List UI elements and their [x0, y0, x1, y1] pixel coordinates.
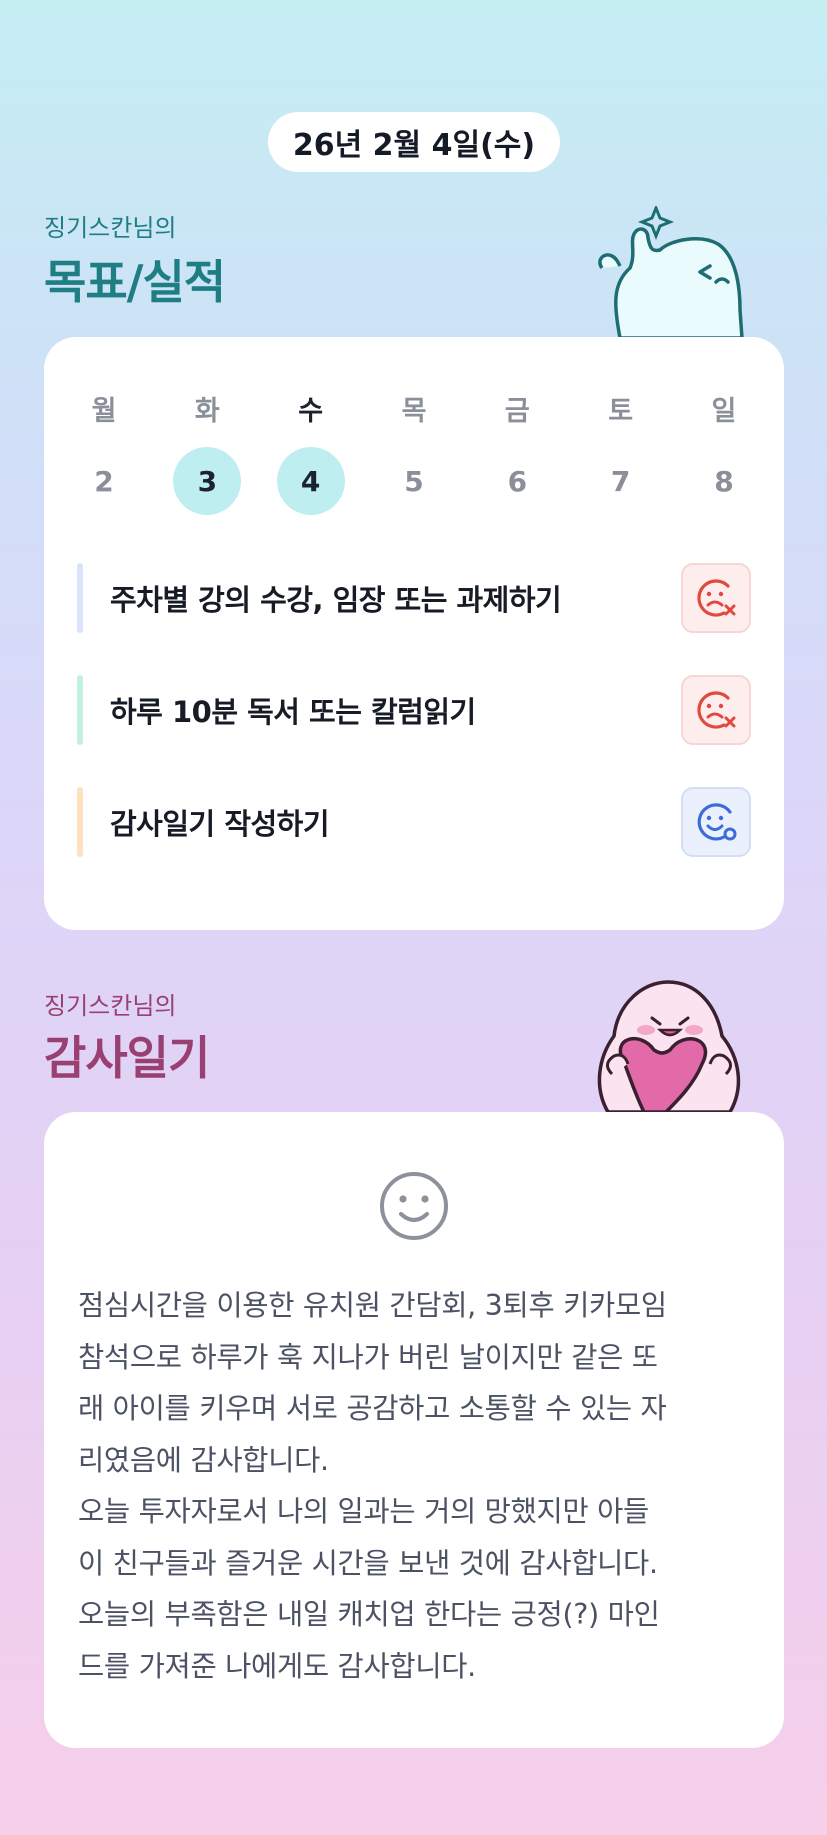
goal-item[interactable]: 감사일기 작성하기	[77, 787, 751, 857]
goal-accent-bar	[77, 563, 83, 633]
smile-face-check-icon	[697, 803, 737, 841]
goal-accent-bar	[77, 675, 83, 745]
goal-status-fail[interactable]	[681, 675, 751, 745]
waving-character-illustration	[598, 206, 744, 338]
goal-accent-bar	[77, 787, 83, 857]
weekday-label: 토	[608, 396, 634, 427]
weekday-label: 금	[504, 396, 530, 427]
weekday-label: 일	[711, 396, 737, 427]
goal-status-done[interactable]	[681, 787, 751, 857]
goals-title: 목표/실적	[44, 255, 226, 309]
date-button[interactable]: 6	[483, 447, 551, 515]
diary-title: 감사일기	[44, 1031, 210, 1085]
diary-line: 리였음에 감사합니다.	[78, 1443, 329, 1477]
date-row: 2 3 4 5 6 7 8	[54, 447, 774, 515]
goals-subtitle: 징기스칸님의	[44, 214, 177, 242]
date-button-active[interactable]: 3	[173, 447, 242, 515]
diary-line: 점심시간을 이용한 유치원 간담회, 3퇴후 키카모임	[78, 1289, 667, 1322]
date-button[interactable]: 7	[587, 447, 655, 515]
date-button-selected[interactable]: 4	[276, 447, 345, 515]
sad-face-x-icon	[697, 579, 736, 617]
weekday-label: 목	[401, 396, 427, 427]
weekday-label: 월	[91, 396, 117, 427]
date-pill: 26년 2월 4일(수)	[268, 112, 560, 172]
date-button[interactable]: 5	[380, 447, 448, 515]
diary-entry-text: 점심시간을 이용한 유치원 간담회, 3퇴후 키카모임 참석으로 하루가 훅 지…	[78, 1280, 750, 1692]
goal-text: 하루 10분 독서 또는 칼럼읽기	[110, 695, 476, 729]
diary-subtitle: 징기스칸님의	[44, 992, 177, 1020]
diary-line: 오늘의 부족함은 내일 캐치업 한다는 긍정(?) 마인	[78, 1598, 660, 1631]
weekday-label-today: 수	[298, 396, 324, 427]
goal-item[interactable]: 주차별 강의 수강, 임장 또는 과제하기	[77, 563, 751, 633]
goals-card: 월 화 수 목 금 토 일 2 3 4 5 6 7 8 주차별 강의 수강, 임…	[44, 337, 784, 930]
diary-line: 참석으로 하루가 훅 지나가 버린 날이지만 같은 또	[78, 1340, 658, 1374]
goal-text: 주차별 강의 수강, 임장 또는 과제하기	[110, 583, 562, 617]
diary-line: 이 친구들과 즐거운 시간을 보낸 것에 감사합니다.	[78, 1546, 658, 1580]
diary-line: 드를 가져준 나에게도 감사합니다.	[78, 1649, 476, 1683]
diary-line: 래 아이를 키우며 서로 공감하고 소통할 수 있는 자	[78, 1392, 667, 1425]
goal-text: 감사일기 작성하기	[110, 807, 330, 841]
date-label: 26년 2월 4일(수)	[292, 128, 536, 163]
date-button[interactable]: 8	[690, 447, 758, 515]
goal-item[interactable]: 하루 10분 독서 또는 칼럼읽기	[77, 675, 751, 745]
heart-holding-character-illustration	[597, 980, 741, 1112]
smile-face-icon	[380, 1172, 448, 1240]
diary-card: 점심시간을 이용한 유치원 간담회, 3퇴후 키카모임 참석으로 하루가 훅 지…	[44, 1112, 784, 1748]
diary-line: 오늘 투자자로서 나의 일과는 거의 망했지만 아들	[78, 1495, 649, 1528]
goal-status-fail[interactable]	[681, 563, 751, 633]
date-button[interactable]: 2	[70, 447, 138, 515]
sad-face-x-icon	[697, 691, 736, 729]
weekday-label: 화	[194, 396, 220, 427]
weekday-row: 월 화 수 목 금 토 일	[54, 389, 774, 428]
